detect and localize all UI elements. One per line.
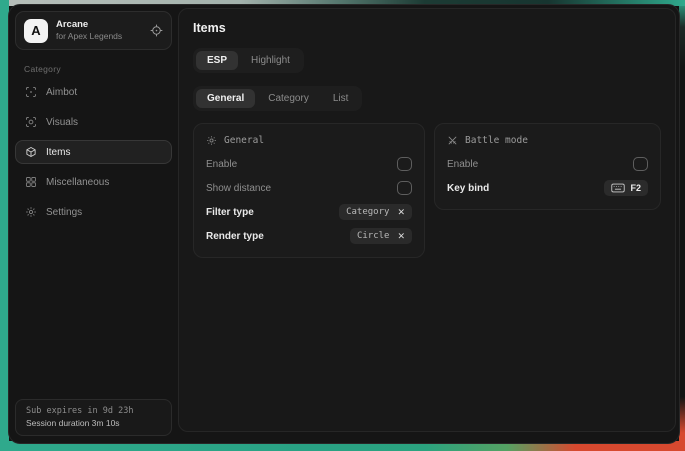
sidebar-item-settings[interactable]: Settings [15, 200, 172, 224]
settings-cards: General Enable Show distance Filter type… [193, 123, 661, 258]
battle-mode-card: Battle mode Enable Key bind [434, 123, 661, 210]
sidebar-item-aimbot[interactable]: Aimbot [15, 80, 172, 104]
enable-checkbox[interactable] [397, 157, 412, 171]
setting-label: Enable [447, 159, 478, 170]
setting-label: Render type [206, 231, 264, 242]
app-window: A Arcane for Apex Legends Category [8, 4, 680, 444]
sidebar-item-label: Items [46, 147, 70, 158]
brand-text: Arcane for Apex Legends [56, 19, 142, 42]
sidebar-section-label: Category [24, 64, 172, 74]
sidebar: A Arcane for Apex Legends Category [9, 5, 178, 443]
eye-focus-icon [25, 116, 37, 128]
tag-value: Category [346, 207, 389, 217]
setting-label: Key bind [447, 183, 489, 194]
setting-row-render-type: Render type Circle ✕ [206, 224, 412, 248]
setting-row-enable: Enable [447, 152, 648, 176]
session-duration-text: Session duration 3m 10s [26, 417, 161, 430]
general-card: General Enable Show distance Filter type… [193, 123, 425, 258]
app-subtitle: for Apex Legends [56, 31, 142, 42]
keyboard-icon [611, 183, 625, 193]
tab-general[interactable]: General [196, 89, 255, 108]
setting-label: Filter type [206, 207, 254, 218]
app-name: Arcane [56, 19, 142, 31]
keybind-button[interactable]: F2 [604, 180, 648, 196]
view-tab-group: General Category List [193, 86, 362, 111]
remove-icon[interactable]: ✕ [397, 208, 405, 217]
gear-icon [25, 206, 37, 218]
remove-icon[interactable]: ✕ [397, 232, 405, 241]
render-type-tag[interactable]: Circle ✕ [350, 228, 412, 244]
sidebar-item-label: Miscellaneous [46, 177, 109, 188]
tab-category[interactable]: Category [257, 89, 320, 108]
sidebar-item-visuals[interactable]: Visuals [15, 110, 172, 134]
tab-list[interactable]: List [322, 89, 360, 108]
setting-row-enable: Enable [206, 152, 412, 176]
main-panel: Items ESP Highlight General Category Lis… [178, 8, 676, 432]
card-title: General [224, 135, 264, 146]
battle-enable-checkbox[interactable] [633, 157, 648, 171]
sidebar-item-items[interactable]: Items [15, 140, 172, 164]
page-title: Items [193, 21, 661, 35]
subscription-status-card: Sub expires in 9d 23h Session duration 3… [15, 399, 172, 437]
setting-label: Show distance [206, 183, 271, 194]
battle-mode-card-header: Battle mode [447, 135, 648, 146]
setting-row-show-distance: Show distance [206, 176, 412, 200]
brand-card: A Arcane for Apex Legends [15, 11, 172, 50]
target-icon[interactable] [150, 24, 163, 37]
mode-tab-group: ESP Highlight [193, 48, 304, 73]
general-card-header: General [206, 135, 412, 146]
app-logo: A [24, 19, 48, 43]
tab-esp[interactable]: ESP [196, 51, 238, 70]
sidebar-item-label: Aimbot [46, 87, 77, 98]
show-distance-checkbox[interactable] [397, 181, 412, 195]
crosshair-scan-icon [25, 86, 37, 98]
sidebar-item-miscellaneous[interactable]: Miscellaneous [15, 170, 172, 194]
card-title: Battle mode [465, 135, 528, 146]
setting-row-filter-type: Filter type Category ✕ [206, 200, 412, 224]
swords-icon [447, 135, 458, 146]
keybind-value: F2 [630, 183, 641, 193]
tag-value: Circle [357, 231, 390, 241]
sun-icon [206, 135, 217, 146]
package-icon [25, 146, 37, 158]
filter-type-tag[interactable]: Category ✕ [339, 204, 412, 220]
tab-highlight[interactable]: Highlight [240, 51, 301, 70]
setting-row-key-bind: Key bind F2 [447, 176, 648, 200]
sidebar-item-label: Visuals [46, 117, 78, 128]
sidebar-nav: Aimbot Visuals Items [15, 80, 172, 224]
sidebar-item-label: Settings [46, 207, 82, 218]
sub-expires-text: Sub expires in 9d 23h [26, 405, 161, 418]
setting-label: Enable [206, 159, 237, 170]
grid-icon [25, 176, 37, 188]
